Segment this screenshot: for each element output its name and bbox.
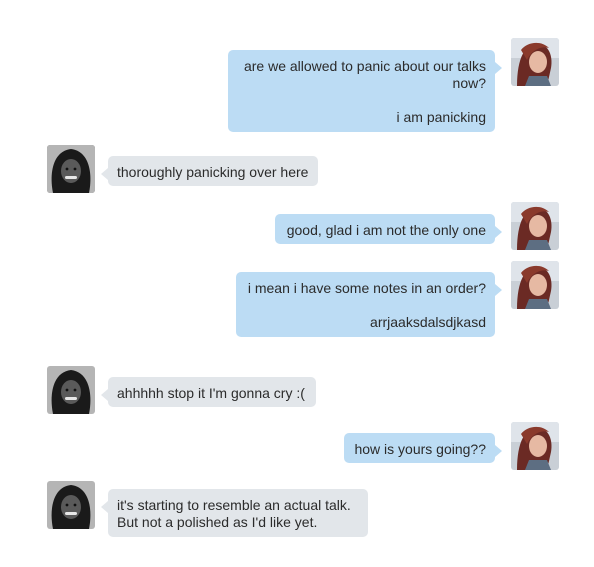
self-avatar-icon bbox=[511, 422, 559, 470]
message-bubble-other: thoroughly panicking over here bbox=[101, 156, 318, 186]
self-avatar-icon bbox=[511, 202, 559, 250]
self-avatar bbox=[511, 422, 559, 470]
other-avatar-icon bbox=[47, 145, 95, 193]
other-avatar bbox=[47, 366, 95, 414]
message-bubble-other: ahhhhh stop it I'm gonna cry :( bbox=[101, 377, 316, 407]
message-text: i am panicking bbox=[396, 109, 487, 125]
message-bubble-self: good, glad i am not the only one bbox=[275, 214, 502, 244]
message-text: ahhhhh stop it I'm gonna cry :( bbox=[117, 385, 305, 401]
message-bubble-self: are we allowed to panic about our talks … bbox=[228, 50, 502, 132]
message-text: now? bbox=[452, 75, 486, 91]
self-avatar bbox=[511, 202, 559, 250]
self-avatar-icon bbox=[511, 261, 559, 309]
other-avatar-icon bbox=[47, 366, 95, 414]
message-text: arrjaaksdalsdjkasd bbox=[370, 314, 486, 330]
message-text: are we allowed to panic about our talks bbox=[243, 58, 486, 74]
message-text: thoroughly panicking over here bbox=[117, 164, 309, 180]
message-bubble-self: i mean i have some notes in an order? ar… bbox=[236, 272, 502, 337]
self-avatar bbox=[511, 261, 559, 309]
message-text: But not a polished as I'd like yet. bbox=[117, 514, 318, 530]
message-text: good, glad i am not the only one bbox=[286, 222, 486, 238]
message-text: how is yours going?? bbox=[354, 441, 486, 457]
other-avatar-icon bbox=[47, 481, 95, 529]
other-avatar bbox=[47, 481, 95, 529]
message-bubble-other: it's starting to resemble an actual talk… bbox=[101, 489, 368, 537]
message-bubble-self: how is yours going?? bbox=[344, 433, 502, 463]
self-avatar bbox=[511, 38, 559, 86]
other-avatar bbox=[47, 145, 95, 193]
message-text: it's starting to resemble an actual talk… bbox=[117, 497, 351, 513]
self-avatar-icon bbox=[511, 38, 559, 86]
message-text: i mean i have some notes in an order? bbox=[247, 280, 486, 296]
